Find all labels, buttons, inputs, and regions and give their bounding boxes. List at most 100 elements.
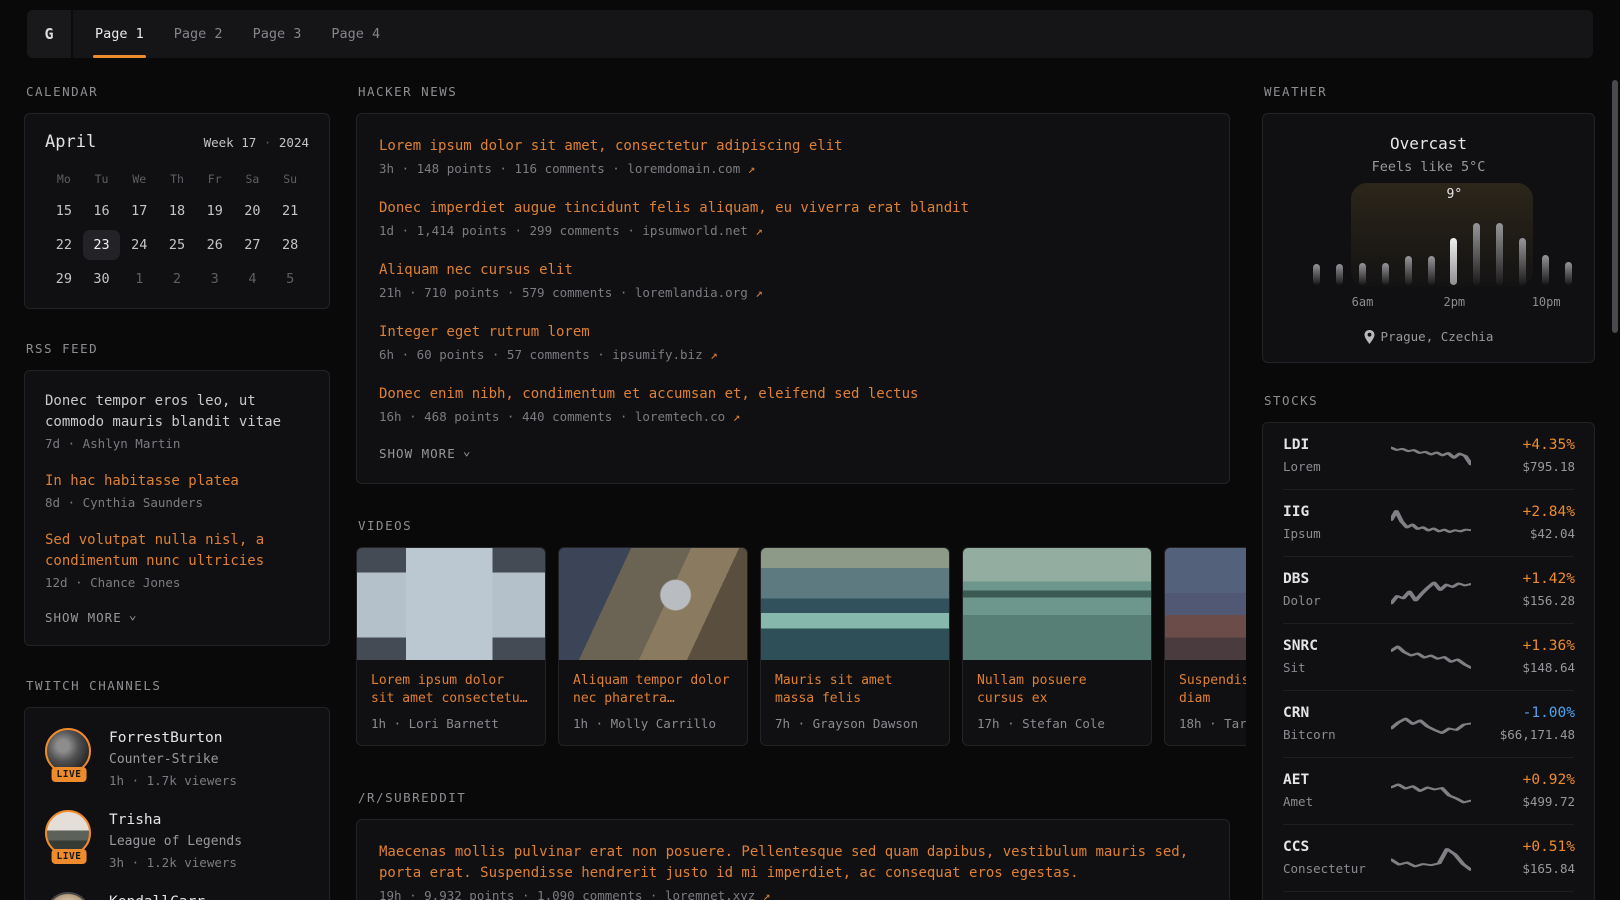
tab-page-3[interactable]: Page 3 (253, 10, 302, 58)
weather-bar (1473, 223, 1480, 285)
subreddit-post: Maecenas mollis pulvinar erat non posuer… (379, 842, 1207, 900)
hackernews-item-title[interactable]: Lorem ipsum dolor sit amet, consectetur … (379, 136, 1207, 157)
tab-page-4[interactable]: Page 4 (331, 10, 380, 58)
meta-text: 16h · 468 points · 440 comments · loremt… (379, 409, 725, 424)
stock-change: +2.84% (1471, 503, 1575, 522)
calendar-dow: Tu (83, 166, 121, 192)
stock-name: Ipsum (1283, 525, 1391, 543)
video-thumbnail[interactable] (1165, 548, 1246, 660)
hackernews-item: Aliquam nec cursus elit 21h · 710 points… (379, 260, 1207, 300)
twitch-channel-row[interactable]: KendallCarr (45, 892, 309, 900)
stock-symbol: CCS (1283, 838, 1391, 857)
tab-page-2[interactable]: Page 2 (174, 10, 223, 58)
stock-symbol: IIG (1283, 503, 1391, 522)
video-card[interactable]: Lorem ipsum dolor sit amet consectetu… 1… (356, 547, 546, 746)
rss-item-title[interactable]: In hac habitasse platea (45, 471, 309, 492)
calendar-day: 19 (196, 196, 234, 226)
external-link-icon: ↗ (763, 888, 771, 900)
video-card[interactable]: Nullam posuere cursus ex 17h · Stefan Co… (962, 547, 1152, 746)
rss-item: Sed volutpat nulla nisl, a condimentum n… (45, 530, 309, 590)
avatar (45, 892, 91, 900)
twitch-channel-row[interactable]: LIVE ForrestBurton Counter-Strike 1h · 1… (45, 728, 309, 790)
video-thumbnail[interactable] (761, 548, 949, 660)
calendar-day: 16 (83, 196, 121, 226)
top-navigation-bar: G Page 1 Page 2 Page 3 Page 4 (27, 10, 1593, 58)
video-title[interactable]: Mauris sit amet massa felis (775, 672, 935, 708)
video-thumbnail[interactable] (963, 548, 1151, 660)
video-card[interactable]: Mauris sit amet massa felis 7h · Grayson… (760, 547, 950, 746)
calendar-day-selected: 23 (83, 230, 121, 260)
weather-bar (1450, 238, 1457, 285)
rss-item-title[interactable]: Donec tempor eros leo, ut commodo mauris… (45, 391, 309, 433)
calendar-year: 2024 (279, 135, 309, 150)
hackernews-section-title: HACKER NEWS (358, 84, 1246, 99)
video-title[interactable]: Suspendisse diam (1179, 672, 1246, 708)
video-title[interactable]: Aliquam tempor dolor nec pharetra… (573, 672, 733, 708)
video-card[interactable]: Suspendisse diam 18h · Tara (1164, 547, 1246, 746)
rss-item-meta: 7d · Ashlyn Martin (45, 436, 309, 451)
stock-change: +0.92% (1471, 771, 1575, 790)
weather-bar (1405, 256, 1412, 285)
main-column: HACKER NEWS Lorem ipsum dolor sit amet, … (356, 76, 1246, 900)
rss-widget: Donec tempor eros leo, ut commodo mauris… (24, 370, 330, 646)
video-card[interactable]: Aliquam tempor dolor nec pharetra… 1h · … (558, 547, 748, 746)
stock-row: AHS +0.46% (1283, 891, 1574, 900)
video-thumbnail[interactable] (559, 548, 747, 660)
stock-value: $795.18 (1471, 458, 1575, 476)
calendar-separator: · (264, 135, 272, 150)
calendar-day-next-month: 2 (158, 264, 196, 294)
twitch-channel-meta: 1h · 1.7k viewers (109, 772, 237, 790)
stock-symbol: LDI (1283, 436, 1391, 455)
twitch-channel-game: League of Legends (109, 832, 242, 852)
hackernews-show-more-label: SHOW MORE (379, 446, 456, 461)
video-meta: 7h · Grayson Dawson (775, 716, 935, 731)
page-scrollbar-thumb[interactable] (1612, 80, 1618, 333)
calendar-week-year: Week 17 · 2024 (204, 135, 309, 150)
stocks-widget: LDILorem +4.35%$795.18 IIGIpsum +2.84%$4… (1262, 422, 1595, 900)
app-logo[interactable]: G (27, 10, 73, 58)
calendar-day: 30 (83, 264, 121, 294)
hackernews-item-title[interactable]: Aliquam nec cursus elit (379, 260, 1207, 281)
video-title[interactable]: Nullam posuere cursus ex (977, 672, 1137, 708)
stock-sparkline (1391, 508, 1471, 538)
calendar-day: 15 (45, 196, 83, 226)
hackernews-item: Donec enim nibh, condimentum et accumsan… (379, 384, 1207, 424)
weather-time-axis: 6am 2pm 10pm (1285, 295, 1572, 311)
stock-name: Bitcorn (1283, 726, 1391, 744)
rss-show-more-button[interactable]: SHOW MORE ⌄ (45, 610, 309, 625)
rss-item-title[interactable]: Sed volutpat nulla nisl, a condimentum n… (45, 530, 309, 572)
hackernews-item-title[interactable]: Donec imperdiet augue tincidunt felis al… (379, 198, 1207, 219)
subreddit-post-title[interactable]: Maecenas mollis pulvinar erat non posuer… (379, 842, 1207, 884)
weather-bar (1359, 263, 1366, 285)
left-sidebar: CALENDAR April Week 17 · 2024 Mo Tu We T… (24, 76, 330, 900)
calendar-day: 28 (271, 230, 309, 260)
meta-text: 19h · 9,932 points · 1,090 comments · lo… (379, 888, 755, 900)
hackernews-item-title[interactable]: Donec enim nibh, condimentum et accumsan… (379, 384, 1207, 405)
stock-sparkline (1391, 441, 1471, 471)
meta-text: 1d · 1,414 points · 299 comments · ipsum… (379, 223, 748, 238)
external-link-icon: ↗ (710, 347, 718, 362)
stock-row: CRNBitcorn -1.00%$66,171.48 (1283, 690, 1574, 757)
stock-value: $499.72 (1471, 793, 1575, 811)
stock-value: $148.64 (1471, 659, 1575, 677)
weather-location-text: Prague, Czechia (1381, 329, 1494, 344)
video-meta: 17h · Stefan Cole (977, 716, 1137, 731)
hackernews-widget: Lorem ipsum dolor sit amet, consectetur … (356, 113, 1230, 484)
tab-page-1[interactable]: Page 1 (95, 10, 144, 58)
stock-row: IIGIpsum +2.84%$42.04 (1283, 489, 1574, 556)
weather-time-label: 10pm (1532, 295, 1561, 309)
stock-change: -1.00% (1471, 704, 1575, 723)
stock-value: $165.84 (1471, 860, 1575, 878)
weather-bar (1382, 263, 1389, 285)
calendar-dow: Mo (45, 166, 83, 192)
twitch-channel-meta: 3h · 1.2k viewers (109, 854, 242, 872)
hackernews-item-title[interactable]: Integer eget rutrum lorem (379, 322, 1207, 343)
stock-row: SNRCSit +1.36%$148.64 (1283, 623, 1574, 690)
twitch-channel-row[interactable]: LIVE Trisha League of Legends 3h · 1.2k … (45, 810, 309, 872)
video-thumbnail[interactable] (357, 548, 545, 660)
video-title[interactable]: Lorem ipsum dolor sit amet consectetu… (371, 672, 531, 708)
hackernews-show-more-button[interactable]: SHOW MORE ⌄ (379, 446, 1207, 461)
stock-sparkline (1391, 843, 1471, 873)
hackernews-item: Donec imperdiet augue tincidunt felis al… (379, 198, 1207, 238)
twitch-section-title: TWITCH CHANNELS (26, 678, 330, 693)
